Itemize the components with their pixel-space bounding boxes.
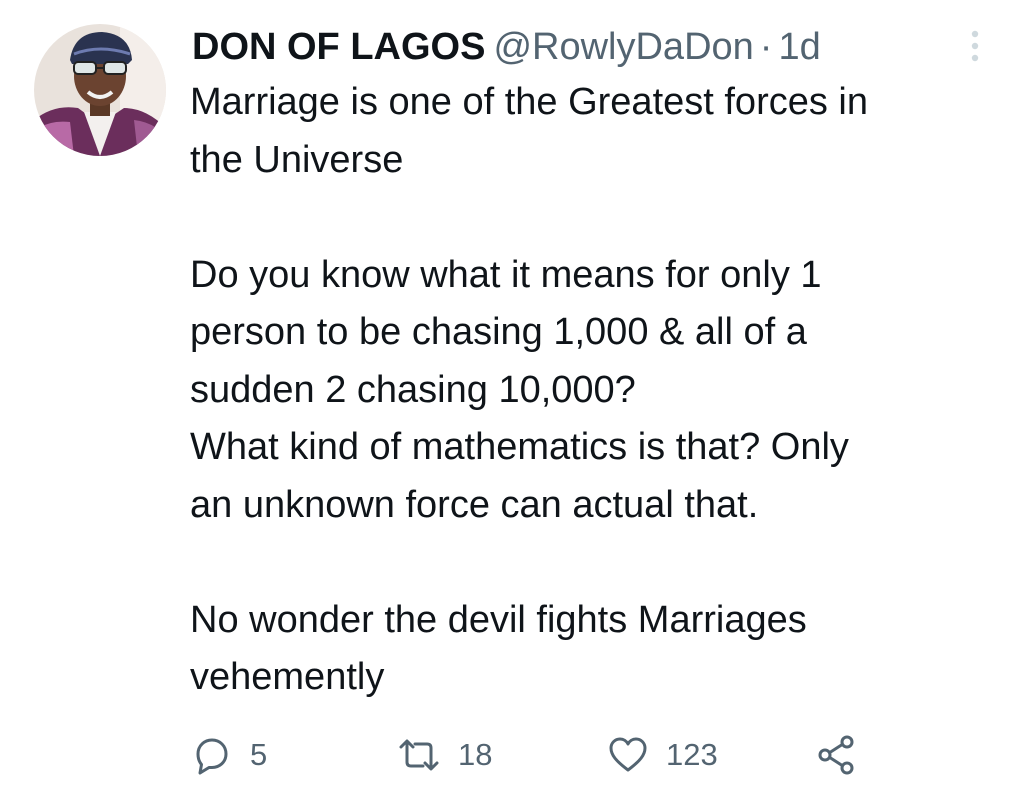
tweet-text: Marriage is one of the Greatest forces i… (190, 74, 990, 707)
share-button[interactable] (814, 730, 858, 780)
user-handle[interactable]: @RowlyDaDon (493, 26, 753, 68)
like-button[interactable]: 123 (606, 730, 718, 780)
reply-icon (196, 738, 228, 775)
retweet-icon (399, 739, 439, 771)
like-count: 123 (666, 737, 718, 772)
tweet-line: sudden 2 chasing 10,000? (190, 368, 636, 411)
share-icon (818, 735, 854, 775)
retweet-button[interactable]: 18 (396, 730, 492, 780)
tweet-line: What kind of mathematics is that? Only (190, 426, 849, 468)
tweet-actions: 5 18 123 (190, 730, 890, 780)
reply-button[interactable]: 5 (190, 730, 267, 780)
reply-count: 5 (250, 737, 268, 772)
avatar-image (34, 24, 166, 156)
tweet-paragraph: Marriage is one of the Greatest forces i… (190, 74, 990, 189)
more-vertical-icon (971, 30, 979, 62)
tweet-paragraph: Do you know what it means for only 1 per… (190, 247, 990, 535)
display-name[interactable]: DON OF LAGOS (192, 26, 485, 68)
header-separator: · (759, 26, 773, 68)
tweet-line: the Universe (190, 138, 404, 181)
more-options-button[interactable] (955, 26, 995, 70)
heart-icon (609, 737, 647, 772)
retweet-count: 18 (458, 737, 493, 772)
tweet-line: No wonder the devil fights Marriages (190, 598, 807, 641)
tweet-line: an unknown force can actual that. (190, 483, 759, 526)
tweet-line: vehemently (190, 656, 385, 698)
tweet-line: Do you know what it means for only 1 (190, 253, 822, 296)
tweet-line: Marriage is one of the Greatest forces i… (190, 81, 868, 123)
avatar[interactable] (34, 24, 166, 156)
tweet-header: DON OF LAGOS @RowlyDaDon · 1d (192, 22, 821, 72)
tweet-paragraph: No wonder the devil fights Marriages veh… (190, 592, 990, 707)
tweet-timestamp[interactable]: 1d (778, 26, 820, 68)
tweet-line: person to be chasing 1,000 & all of a (190, 311, 807, 353)
tweet: DON OF LAGOS @RowlyDaDon · 1d Marriage is o… (0, 0, 1024, 799)
